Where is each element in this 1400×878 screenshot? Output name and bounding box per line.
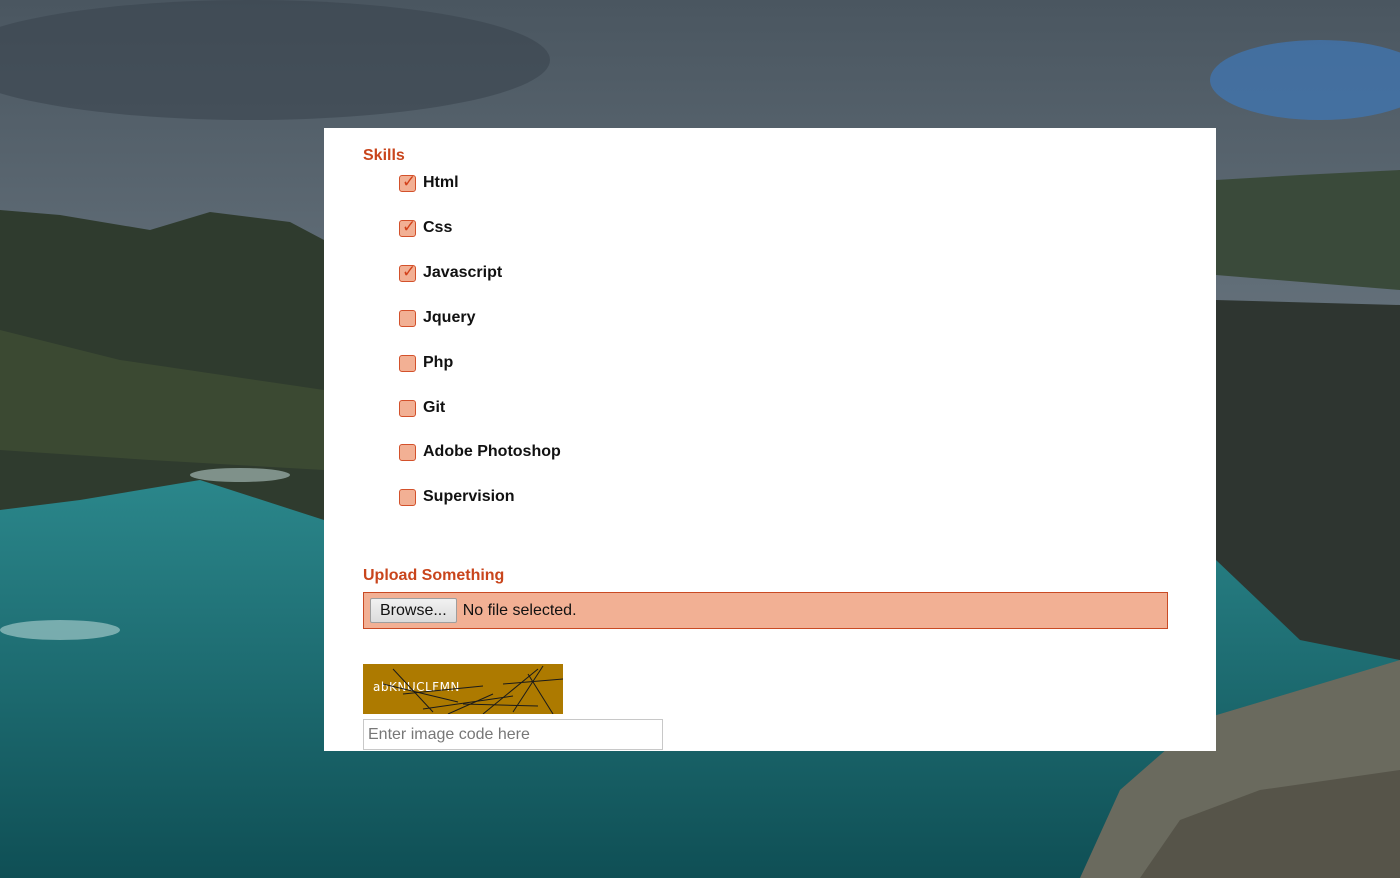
checkbox-unchecked-icon[interactable] — [399, 488, 416, 506]
captcha-noise-lines — [382, 665, 563, 714]
checkbox-unchecked-icon[interactable] — [399, 309, 416, 327]
file-upload-field[interactable]: Browse... No file selected. — [363, 592, 1168, 629]
skill-checkbox-adobe-photoshop[interactable]: Adobe Photoshop — [399, 442, 561, 462]
skill-checkbox-css[interactable]: ✓ Css — [399, 217, 453, 238]
checkbox-unchecked-icon[interactable] — [399, 443, 416, 461]
skill-checkbox-git[interactable]: Git — [399, 398, 445, 418]
file-status-text: No file selected. — [462, 601, 577, 619]
skill-label: Git — [423, 399, 446, 416]
skill-checkbox-javascript[interactable]: ✓ Javascript — [399, 262, 503, 283]
skill-label: Php — [423, 354, 454, 371]
skill-checkbox-supervision[interactable]: Supervision — [399, 487, 515, 507]
form-panel: Skills ✓ Html ✓ Css ✓ Javascript Jquery … — [324, 128, 1216, 751]
checkbox-checked-icon[interactable]: ✓ — [399, 217, 416, 237]
captcha-image: abKNUCLFMN — [363, 664, 563, 714]
checkbox-checked-icon[interactable]: ✓ — [399, 262, 416, 282]
skill-checkbox-php[interactable]: Php — [399, 353, 453, 373]
skill-label: Jquery — [423, 309, 476, 326]
skill-label: Html — [423, 174, 459, 191]
skill-checkbox-html[interactable]: ✓ Html — [399, 172, 459, 193]
browse-button[interactable]: Browse... — [370, 598, 457, 623]
checkbox-unchecked-icon[interactable] — [399, 354, 416, 372]
skill-label: Css — [423, 219, 453, 236]
skill-checkbox-jquery[interactable]: Jquery — [399, 308, 475, 328]
skill-label: Adobe Photoshop — [423, 443, 561, 460]
skill-label: Supervision — [423, 488, 515, 505]
captcha-input[interactable] — [363, 719, 663, 750]
skills-heading: Skills — [363, 147, 405, 164]
checkbox-unchecked-icon[interactable] — [399, 399, 416, 417]
checkbox-checked-icon[interactable]: ✓ — [399, 172, 416, 192]
upload-heading: Upload Something — [363, 567, 505, 584]
skill-label: Javascript — [423, 264, 503, 281]
